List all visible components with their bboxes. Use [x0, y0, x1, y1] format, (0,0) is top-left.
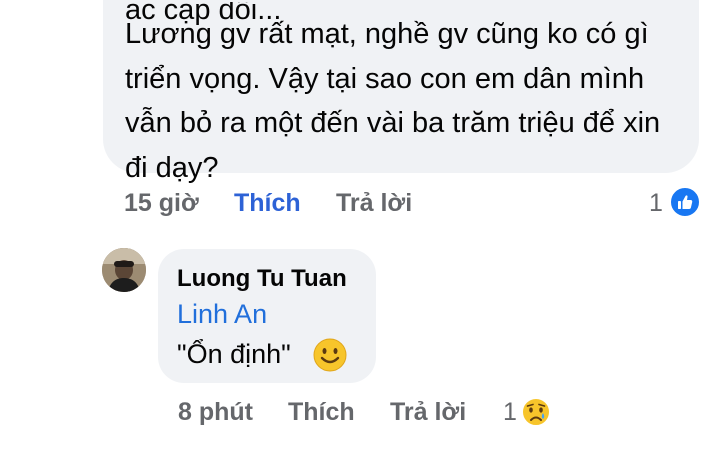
like-icon[interactable]	[669, 186, 701, 218]
reaction-count[interactable]: 1	[649, 189, 663, 218]
reply-timestamp[interactable]: 8 phút	[178, 398, 253, 427]
reply-button[interactable]: Trả lời	[336, 189, 412, 218]
reply-bubble: Luong Tu Tuan Linh An "Ổn định"	[158, 249, 376, 383]
comment-thread: ác cặp đôi... Lương gv rất mạt, nghề gv …	[0, 0, 720, 472]
smile-emoji-icon	[313, 338, 347, 377]
avatar[interactable]	[102, 248, 146, 292]
reply-reaction-count[interactable]: 1	[503, 398, 517, 427]
sad-reaction-icon[interactable]	[519, 395, 553, 434]
reply-like-button[interactable]: Thích	[288, 398, 355, 427]
comment-bubble: ác cặp đôi... Lương gv rất mạt, nghề gv …	[103, 0, 699, 184]
like-button[interactable]: Thích	[234, 189, 301, 218]
comment-text: Lương gv rất mạt, nghề gv cũng ko có gì …	[125, 18, 661, 184]
reply-reply-button[interactable]: Trả lời	[390, 398, 466, 427]
reply-author-name[interactable]: Luong Tu Tuan	[177, 265, 347, 293]
reply-text: "Ổn định"	[177, 339, 291, 369]
comment-timestamp[interactable]: 15 giờ	[124, 189, 199, 218]
mention-link[interactable]: Linh An	[177, 299, 267, 330]
